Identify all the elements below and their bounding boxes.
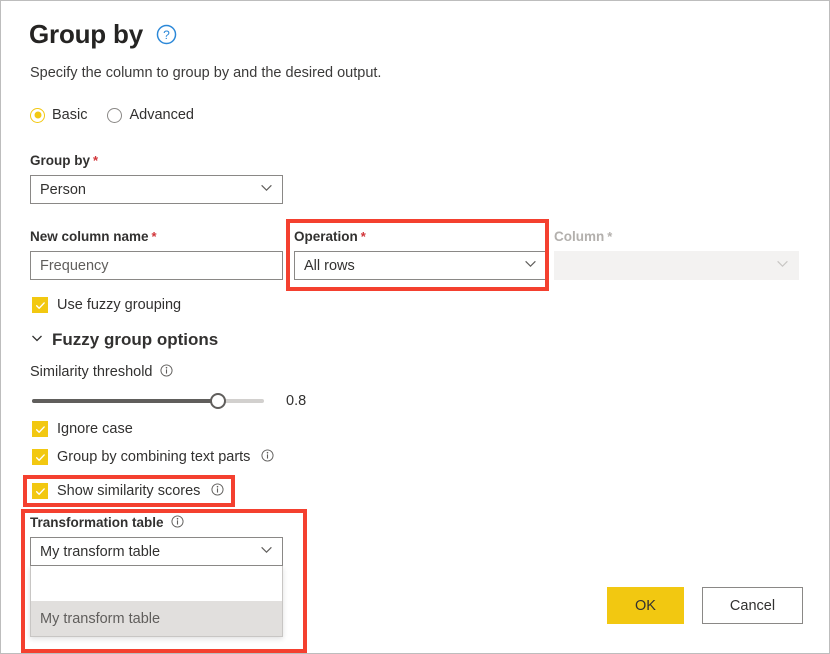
radio-advanced[interactable]: Advanced (107, 107, 194, 123)
column-label-text: Column (554, 229, 605, 244)
radio-advanced-label: Advanced (129, 107, 194, 123)
group-by-required-marker: * (93, 153, 99, 168)
checkbox-indicator (32, 483, 48, 499)
svg-text:?: ? (163, 28, 170, 42)
operation-required-marker: * (360, 229, 366, 244)
new-column-name-input[interactable]: Frequency (30, 251, 283, 280)
chevron-down-icon (776, 257, 794, 274)
info-circle-icon[interactable] (259, 448, 274, 466)
dialog-header: Group by ? (29, 21, 177, 47)
ok-button[interactable]: OK (607, 587, 684, 624)
chevron-down-icon (31, 331, 43, 349)
group-by-dropdown[interactable]: Person (30, 175, 283, 204)
list-item[interactable]: My transform table (31, 601, 282, 636)
checkbox-group-by-combining-text-parts[interactable]: Group by combining text parts (32, 448, 274, 466)
new-column-name-field-group: New column name * Frequency (30, 229, 283, 280)
column-label: Column * (554, 229, 799, 244)
column-dropdown (554, 251, 799, 280)
list-item[interactable] (31, 566, 282, 601)
info-circle-icon[interactable] (169, 514, 184, 530)
group-by-value: Person (40, 181, 86, 198)
fuzzy-group-options-title: Fuzzy group options (52, 330, 219, 349)
dialog-actions: OK Cancel (607, 587, 803, 624)
transformation-table-label-text: Transformation table (30, 514, 164, 530)
slider-thumb[interactable] (209, 393, 226, 409)
checkbox-show-similarity-scores[interactable]: Show similarity scores (32, 482, 224, 500)
similarity-threshold-label: Similarity threshold (30, 363, 173, 380)
checkbox-indicator (32, 297, 48, 313)
checkbox-indicator (32, 449, 48, 465)
page-title: Group by (29, 19, 143, 49)
transformation-table-value: My transform table (40, 543, 161, 560)
operation-field-group: Operation * All rows (294, 229, 547, 280)
fuzzy-group-options-header[interactable]: Fuzzy group options (31, 330, 218, 350)
dialog-subtitle: Specify the column to group by and the d… (30, 65, 382, 81)
chevron-down-icon (524, 257, 542, 274)
group-by-field-group: Group by * Person (30, 153, 283, 204)
transformation-table-option-list: My transform table (30, 566, 283, 637)
radio-basic-indicator (30, 107, 45, 123)
checkbox-label: Show similarity scores (57, 483, 201, 499)
radio-advanced-indicator (107, 107, 123, 123)
radio-basic[interactable]: Basic (30, 107, 87, 123)
slider-track-fill (32, 399, 218, 403)
transformation-table-label: Transformation table (30, 514, 283, 530)
chevron-down-icon (260, 181, 278, 198)
column-required-marker: * (607, 229, 613, 244)
checkbox-ignore-case[interactable]: Ignore case (32, 421, 133, 437)
radio-basic-label: Basic (52, 107, 88, 123)
transformation-table-dropdown[interactable]: My transform table (30, 537, 283, 566)
operation-dropdown[interactable]: All rows (294, 251, 547, 280)
new-column-name-label: New column name * (30, 229, 283, 244)
group-by-label-text: Group by (30, 153, 90, 168)
operation-label-text: Operation (294, 229, 358, 244)
chevron-down-icon (260, 543, 278, 560)
cancel-button[interactable]: Cancel (702, 587, 803, 624)
check-icon (35, 453, 45, 461)
similarity-threshold-label-text: Similarity threshold (30, 363, 153, 380)
new-column-name-required-marker: * (151, 229, 157, 244)
operation-label: Operation * (294, 229, 547, 244)
transformation-table-field-group: Transformation table My transform table … (30, 514, 283, 637)
checkbox-indicator (32, 421, 48, 437)
mode-radio-group: Basic Advanced (30, 107, 194, 123)
group-by-dialog: Group by ? Specify the column to group b… (0, 0, 830, 654)
info-circle-icon[interactable] (209, 482, 224, 500)
similarity-threshold-slider[interactable] (32, 391, 264, 411)
group-by-label: Group by * (30, 153, 283, 168)
checkbox-label: Group by combining text parts (57, 449, 251, 465)
similarity-threshold-slider-wrap: 0.8 (32, 391, 306, 411)
similarity-threshold-value: 0.8 (286, 393, 307, 409)
checkbox-use-fuzzy-grouping[interactable]: Use fuzzy grouping (32, 297, 181, 313)
check-icon (35, 487, 45, 495)
checkbox-label: Ignore case (57, 421, 133, 437)
check-icon (35, 425, 45, 433)
operation-value: All rows (304, 257, 355, 274)
info-circle-icon[interactable] (158, 363, 173, 380)
checkbox-label: Use fuzzy grouping (57, 297, 182, 313)
new-column-name-value: Frequency (40, 257, 109, 274)
column-field-group: Column * (554, 229, 799, 280)
question-circle-icon[interactable]: ? (156, 24, 177, 45)
new-column-name-label-text: New column name (30, 229, 149, 244)
check-icon (35, 301, 45, 309)
